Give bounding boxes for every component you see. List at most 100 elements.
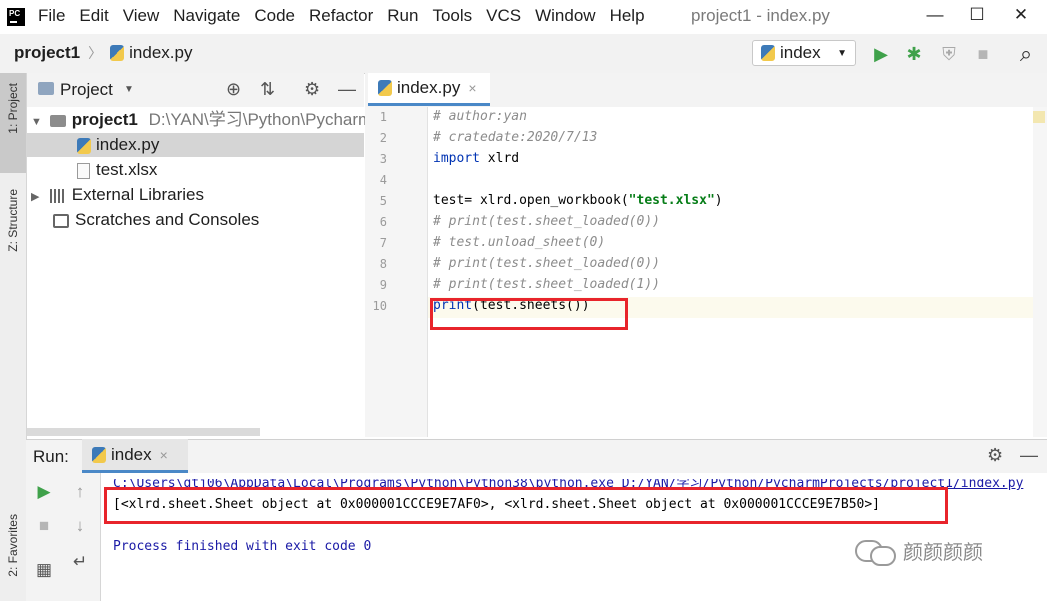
- line-number: 8: [379, 257, 387, 271]
- code-text: test= xlrd.open_workbook(: [433, 193, 629, 208]
- chevron-down-icon[interactable]: ▼: [124, 84, 134, 95]
- stop-icon[interactable]: ■: [34, 516, 54, 536]
- favorites-tool-tab[interactable]: 2: Favorites: [0, 510, 26, 601]
- python-file-icon: [77, 137, 91, 154]
- code-line: # print(test.sheet_loaded(0)): [433, 214, 660, 229]
- tab-label: index.py: [397, 78, 461, 97]
- debug-icon[interactable]: ✱: [904, 44, 924, 64]
- code-string: "test.xlsx": [628, 193, 715, 208]
- collapse-all-icon[interactable]: ⇅: [260, 79, 275, 100]
- structure-tool-tab[interactable]: Z: Structure: [0, 185, 26, 285]
- watermark-text: 颜颜颜颜: [903, 542, 983, 564]
- maximize-icon[interactable]: ☐: [962, 2, 992, 30]
- breadcrumb-file[interactable]: index.py: [129, 43, 192, 63]
- menu-run[interactable]: Run: [387, 6, 418, 26]
- wechat-icon: [855, 538, 896, 566]
- code-line: import xlrd: [433, 148, 519, 169]
- python-config-icon: [92, 446, 106, 463]
- close-tab-icon[interactable]: ×: [468, 80, 476, 96]
- chevron-right-icon[interactable]: ▶: [31, 185, 45, 207]
- code-line: # print(test.sheet_loaded(0)): [433, 256, 660, 271]
- warning-marker-icon: [1033, 111, 1045, 123]
- breadcrumb-separator: 〉: [88, 45, 103, 61]
- code-line: # author:yan: [433, 109, 527, 124]
- gear-icon[interactable]: ⚙: [304, 79, 320, 100]
- tree-item-external-libraries[interactable]: ▶ External Libraries: [27, 183, 364, 207]
- tree-item-label: External Libraries: [71, 185, 205, 204]
- line-number: 7: [379, 236, 387, 250]
- code-keyword: import: [433, 151, 480, 166]
- line-number: 9: [379, 278, 387, 292]
- code-line: # test.unload_sheet(0): [433, 235, 606, 250]
- window-title: project1 - index.py: [691, 6, 830, 25]
- annotation-highlight-box: [104, 487, 948, 524]
- line-number: 10: [372, 299, 387, 313]
- breadcrumb-project[interactable]: project1: [14, 43, 80, 63]
- line-number: 2: [379, 131, 387, 145]
- tree-item-label: project1: [71, 110, 138, 129]
- tree-item-label: index.py: [96, 135, 160, 154]
- tree-item-path: D:\YAN\学习\Python\Pycharm: [148, 110, 368, 129]
- tree-item-index-py[interactable]: index.py: [27, 133, 364, 157]
- soft-wrap-icon[interactable]: ↵: [70, 552, 90, 572]
- tree-item-scratches[interactable]: Scratches and Consoles: [27, 208, 364, 232]
- library-icon: [49, 188, 66, 203]
- run-tab-index[interactable]: index ×: [82, 439, 188, 473]
- chevron-down-icon: ▼: [837, 47, 847, 59]
- line-number: 5: [379, 194, 387, 208]
- line-number: 6: [379, 215, 387, 229]
- tree-item-label: Scratches and Consoles: [75, 210, 260, 229]
- coverage-icon[interactable]: ⛨: [939, 44, 959, 64]
- locate-icon[interactable]: ⊕: [226, 79, 241, 100]
- annotation-highlight-box: [430, 298, 628, 330]
- favorites-tool-tab-label: 2: Favorites: [6, 514, 20, 577]
- line-number: 1: [379, 110, 387, 124]
- code-line: # cratedate:2020/7/13: [433, 130, 598, 145]
- code-text: ): [714, 193, 723, 208]
- menu-vcs[interactable]: VCS: [486, 6, 521, 26]
- menu-file[interactable]: File: [38, 6, 65, 26]
- search-icon[interactable]: ⌕: [1016, 43, 1036, 65]
- menu-navigate[interactable]: Navigate: [173, 6, 240, 26]
- console-exit-status: Process finished with exit code 0: [113, 539, 372, 554]
- hide-panel-icon[interactable]: —: [1020, 445, 1038, 466]
- gear-icon[interactable]: ⚙: [987, 445, 1003, 466]
- project-tool-tab-label: 1: Project: [6, 83, 20, 134]
- python-file-icon: [378, 80, 392, 96]
- rerun-icon[interactable]: ▶: [34, 482, 54, 502]
- line-number: 3: [379, 152, 387, 166]
- line-number: 4: [379, 173, 387, 187]
- tab-index-py[interactable]: index.py ×: [368, 73, 490, 106]
- project-tool-tab[interactable]: 1: Project: [0, 73, 26, 173]
- scroll-down-icon[interactable]: ↓: [70, 516, 90, 536]
- scratches-icon: [53, 213, 69, 228]
- stop-icon[interactable]: ■: [973, 44, 993, 64]
- menu-edit[interactable]: Edit: [79, 6, 108, 26]
- project-tree-scrollbar[interactable]: [27, 428, 260, 436]
- run-config-label: index: [780, 43, 821, 62]
- project-view-icon: [38, 82, 54, 95]
- menu-code[interactable]: Code: [254, 6, 295, 26]
- run-tab-label: index: [111, 444, 152, 464]
- editor-scrollbar[interactable]: [1033, 107, 1047, 437]
- tree-item-test-xlsx[interactable]: test.xlsx: [27, 158, 364, 182]
- minimize-icon[interactable]: —: [920, 2, 950, 30]
- menu-view[interactable]: View: [123, 6, 160, 26]
- project-panel-title[interactable]: Project: [60, 80, 113, 100]
- menu-refactor[interactable]: Refactor: [309, 6, 373, 26]
- folder-icon: [49, 114, 66, 127]
- scroll-up-icon[interactable]: ↑: [70, 482, 90, 502]
- run-icon[interactable]: ▶: [871, 44, 891, 64]
- hide-panel-icon[interactable]: —: [338, 79, 356, 100]
- layout-icon[interactable]: ▦: [34, 560, 54, 580]
- close-icon[interactable]: ✕: [1006, 2, 1036, 30]
- tree-item-project1[interactable]: ▼ project1 D:\YAN\学习\Python\Pycharm: [27, 108, 368, 132]
- code-line: # print(test.sheet_loaded(1)): [433, 277, 660, 292]
- close-tab-icon[interactable]: ×: [160, 447, 168, 463]
- menu-tools[interactable]: Tools: [432, 6, 472, 26]
- python-file-icon: [110, 45, 125, 61]
- menu-help[interactable]: Help: [610, 6, 645, 26]
- chevron-down-icon[interactable]: ▼: [31, 110, 45, 132]
- run-configuration-select[interactable]: index ▼: [752, 40, 856, 66]
- menu-window[interactable]: Window: [535, 6, 595, 26]
